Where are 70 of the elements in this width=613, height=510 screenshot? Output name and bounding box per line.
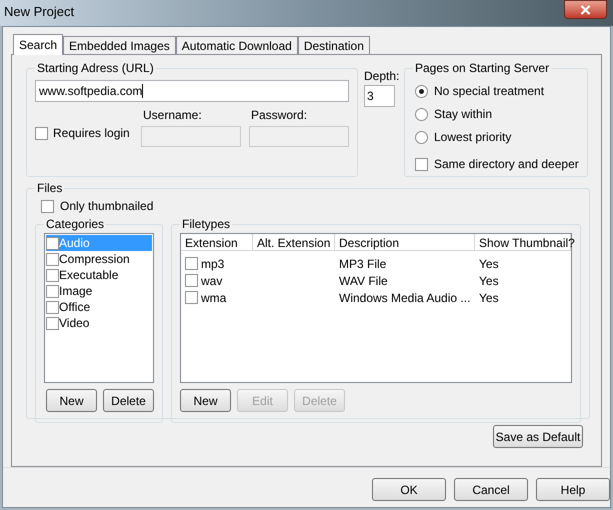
password-label: Password:: [250, 107, 308, 124]
depth-label: Depth:: [364, 68, 398, 85]
category-label: Executable: [59, 267, 118, 284]
checkbox-label: Same directory and deeper: [434, 156, 579, 173]
table-button[interactable]: New: [180, 389, 231, 412]
tab[interactable]: Destination: [298, 36, 370, 54]
group-label: Categories: [45, 216, 106, 233]
checkbox[interactable]: [46, 252, 59, 266]
checkbox[interactable]: [185, 274, 198, 287]
category-item[interactable]: Compression: [46, 251, 152, 267]
close-icon: [580, 4, 591, 14]
category-item[interactable]: Office: [46, 299, 152, 315]
category-label: Compression: [59, 251, 130, 268]
dialog-button[interactable]: Cancel: [454, 478, 528, 501]
category-item[interactable]: Image: [46, 283, 152, 299]
column-header[interactable]: Description: [335, 234, 475, 250]
table-cell-text: wma: [201, 290, 226, 306]
checkbox[interactable]: [46, 316, 59, 330]
column-header[interactable]: Extension: [181, 234, 253, 250]
checkbox[interactable]: [46, 300, 59, 314]
group-label: Files: [36, 180, 64, 197]
checkbox[interactable]: [185, 291, 198, 304]
checkbox[interactable]: [35, 126, 48, 140]
column-header[interactable]: Alt. Extension: [253, 234, 335, 250]
password-field[interactable]: [249, 126, 349, 147]
checkbox-label: Requires login: [53, 125, 130, 142]
category-item[interactable]: Executable: [46, 267, 152, 283]
radio-label: Lowest priority: [434, 129, 512, 146]
close-button[interactable]: [564, 0, 607, 19]
group-label: Pages on Starting Server: [414, 60, 550, 77]
tab[interactable]: Search: [13, 34, 64, 55]
table-cell-text: MP3 File: [339, 256, 386, 272]
dialog-button[interactable]: OK: [372, 478, 446, 501]
checkbox[interactable]: [415, 158, 428, 170]
checkbox[interactable]: [185, 257, 198, 270]
list-button[interactable]: Delete: [103, 389, 154, 412]
table-cell-text: WAV File: [339, 272, 388, 290]
category-item[interactable]: Video: [46, 315, 152, 331]
table-cell-text: mp3: [201, 256, 224, 272]
table-cell-text: Yes: [479, 290, 499, 306]
dialog-button[interactable]: Help: [536, 478, 610, 501]
table-cell-text: wav: [201, 272, 222, 290]
save-default-button[interactable]: Save as Default: [493, 425, 583, 448]
username-label: Username:: [142, 107, 203, 124]
category-label: Image: [59, 283, 92, 300]
checkbox[interactable]: [46, 268, 59, 282]
depth-field[interactable]: 3: [364, 85, 395, 107]
group-label: Filetypes: [181, 216, 232, 233]
table-cell-text: Yes: [479, 256, 499, 272]
radio-button[interactable]: [415, 84, 428, 98]
tab[interactable]: Automatic Download: [176, 36, 298, 54]
category-label: Video: [59, 315, 90, 332]
tab[interactable]: Embedded Images: [63, 36, 176, 54]
category-label: Audio: [59, 235, 90, 252]
radio-button[interactable]: [415, 108, 428, 120]
table-cell-text: Yes: [479, 272, 499, 290]
list-button[interactable]: New: [46, 389, 97, 412]
category-label: Office: [59, 299, 90, 316]
group-label: Starting Adress (URL): [36, 60, 155, 77]
username-field[interactable]: [141, 126, 241, 147]
radio-button[interactable]: [415, 130, 428, 144]
url-field[interactable]: www.softpedia.com: [35, 80, 349, 102]
radio-label: Stay within: [434, 106, 492, 123]
checkbox[interactable]: [46, 284, 59, 298]
checkbox[interactable]: [46, 236, 59, 250]
checkbox[interactable]: [41, 200, 54, 212]
table-cell-text: Windows Media Audio ...: [339, 290, 470, 306]
window-title: New Project: [3, 3, 74, 21]
checkbox-label: Only thumbnailed: [60, 198, 154, 215]
radio-label: No special treatment: [434, 83, 544, 100]
